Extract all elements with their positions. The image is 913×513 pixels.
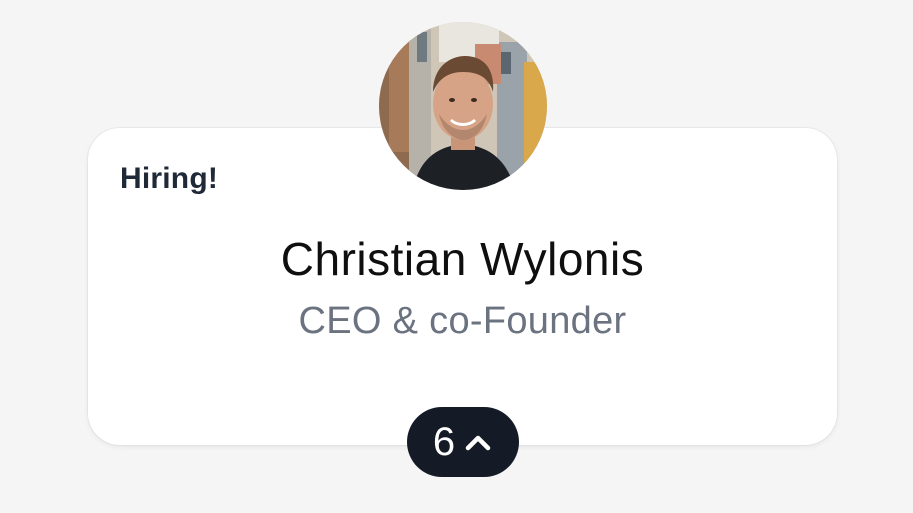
avatar-photo xyxy=(379,22,547,190)
upvote-button[interactable]: 6 xyxy=(407,407,519,477)
hiring-badge: Hiring! xyxy=(120,162,219,195)
avatar xyxy=(379,22,547,190)
person-name: Christian Wylonis xyxy=(280,233,645,285)
profile-stage: Hiring! Christian Wylonis CEO & co-Found… xyxy=(0,0,913,513)
upvote-count: 6 xyxy=(432,420,456,464)
person-role: CEO & co-Founder xyxy=(298,300,627,342)
chevron-up-icon xyxy=(463,427,493,457)
